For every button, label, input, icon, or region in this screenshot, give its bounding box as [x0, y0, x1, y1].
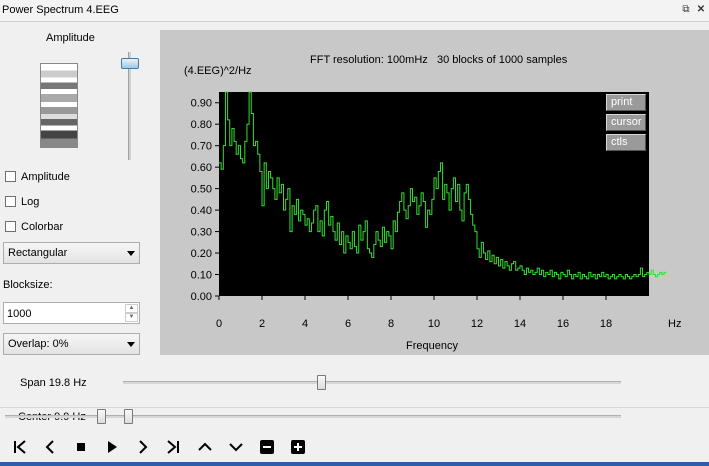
chevron-down-icon — [127, 342, 135, 347]
spectrum-chart: (4.EEG)^2/Hz 0.00 0.10 0.20 0.30 0.40 0.50 0.6… — [184, 65, 681, 352]
y-tick-label: 0.20 — [191, 248, 212, 260]
y-tick-label: 0.80 — [191, 119, 212, 131]
center-slider-handle[interactable] — [124, 409, 133, 424]
prev-icon — [45, 440, 54, 454]
stop-button[interactable] — [71, 437, 91, 457]
last-button[interactable] — [163, 437, 183, 457]
blocksize-input[interactable]: 1000 ▲ ▼ — [3, 302, 140, 324]
zoom-out-button[interactable] — [257, 437, 277, 457]
y-tick-label: 0.00 — [191, 291, 212, 303]
up-icon — [198, 442, 212, 451]
y-axis-label: (4.EEG)^2/Hz — [184, 65, 252, 77]
title-bar: Power Spectrum 4.EEG ⧉ ✕ — [0, 0, 709, 22]
cursor-button[interactable]: cursor — [606, 114, 646, 131]
x-tick-label: 6 — [345, 318, 351, 330]
x-tick-label: 10 — [428, 318, 440, 330]
ctls-button[interactable]: ctls — [606, 134, 646, 151]
x-tick-label: 14 — [514, 318, 526, 330]
y-tick-label: 0.60 — [191, 162, 212, 174]
window-title: Power Spectrum 4.EEG — [2, 4, 119, 16]
down-button[interactable] — [226, 437, 246, 457]
first-icon — [14, 440, 26, 454]
x-tick-label: 2 — [259, 318, 265, 330]
amplitude-label: Amplitude — [46, 32, 95, 44]
zoom-in-button[interactable] — [288, 437, 308, 457]
y-tick-label: 0.50 — [191, 184, 212, 196]
x-axis-label: Frequency — [406, 340, 458, 352]
last-icon — [167, 440, 179, 454]
next-button[interactable] — [133, 437, 153, 457]
log-checkbox[interactable] — [5, 196, 16, 207]
y-tick-label: 0.40 — [191, 205, 212, 217]
x-tick-label: 8 — [388, 318, 394, 330]
chevron-down-icon — [127, 251, 135, 256]
up-button[interactable] — [195, 437, 215, 457]
span-slider[interactable] — [123, 381, 621, 384]
center-range-start-handle[interactable] — [97, 409, 106, 424]
close-icon[interactable]: ✕ — [694, 3, 708, 17]
span-label: Span 19.8 Hz — [20, 377, 87, 389]
play-button[interactable] — [102, 437, 122, 457]
amplitude-checkbox[interactable] — [5, 171, 16, 182]
print-button[interactable]: print — [606, 94, 646, 111]
zoom-in-icon — [291, 440, 305, 454]
amplitude-checkbox-label: Amplitude — [21, 171, 70, 183]
restore-icon[interactable]: ⧉ — [679, 3, 693, 17]
first-button[interactable] — [10, 437, 30, 457]
x-axis-unit: Hz — [668, 318, 681, 330]
status-strip — [0, 462, 709, 466]
y-tick-label: 0.30 — [191, 227, 212, 239]
down-icon — [229, 443, 243, 452]
spin-up-icon[interactable]: ▲ — [125, 304, 138, 313]
colorbar-checkbox-label: Colorbar — [21, 221, 64, 233]
overlap-value: Overlap: 0% — [8, 338, 69, 350]
span-slider-handle[interactable] — [317, 375, 326, 390]
zoom-out-icon — [260, 440, 274, 454]
window-function-value: Rectangular — [8, 247, 68, 259]
spin-down-icon[interactable]: ▼ — [125, 313, 138, 322]
x-tick-label: 4 — [302, 318, 308, 330]
next-icon — [139, 440, 148, 454]
prev-button[interactable] — [40, 437, 60, 457]
log-checkbox-label: Log — [21, 196, 40, 208]
divider — [0, 407, 709, 408]
y-tick-label: 0.90 — [191, 98, 212, 110]
x-tick-label: 18 — [600, 318, 612, 330]
x-tick-label: 16 — [557, 318, 569, 330]
window-function-select[interactable]: Rectangular — [3, 242, 140, 264]
blocksize-label: Blocksize: — [3, 279, 53, 291]
amplitude-slider-handle[interactable] — [121, 58, 139, 69]
stop-icon — [77, 443, 85, 451]
y-tick-label: 0.70 — [191, 141, 212, 153]
x-tick-label: 12 — [471, 318, 483, 330]
colorbar-preview — [40, 63, 78, 148]
y-tick-label: 0.10 — [191, 270, 212, 282]
blocksize-value: 1000 — [7, 308, 32, 320]
play-icon — [108, 441, 117, 453]
overlap-select[interactable]: Overlap: 0% — [3, 333, 140, 355]
colorbar-checkbox[interactable] — [5, 221, 16, 232]
x-tick-label: 0 — [216, 318, 222, 330]
